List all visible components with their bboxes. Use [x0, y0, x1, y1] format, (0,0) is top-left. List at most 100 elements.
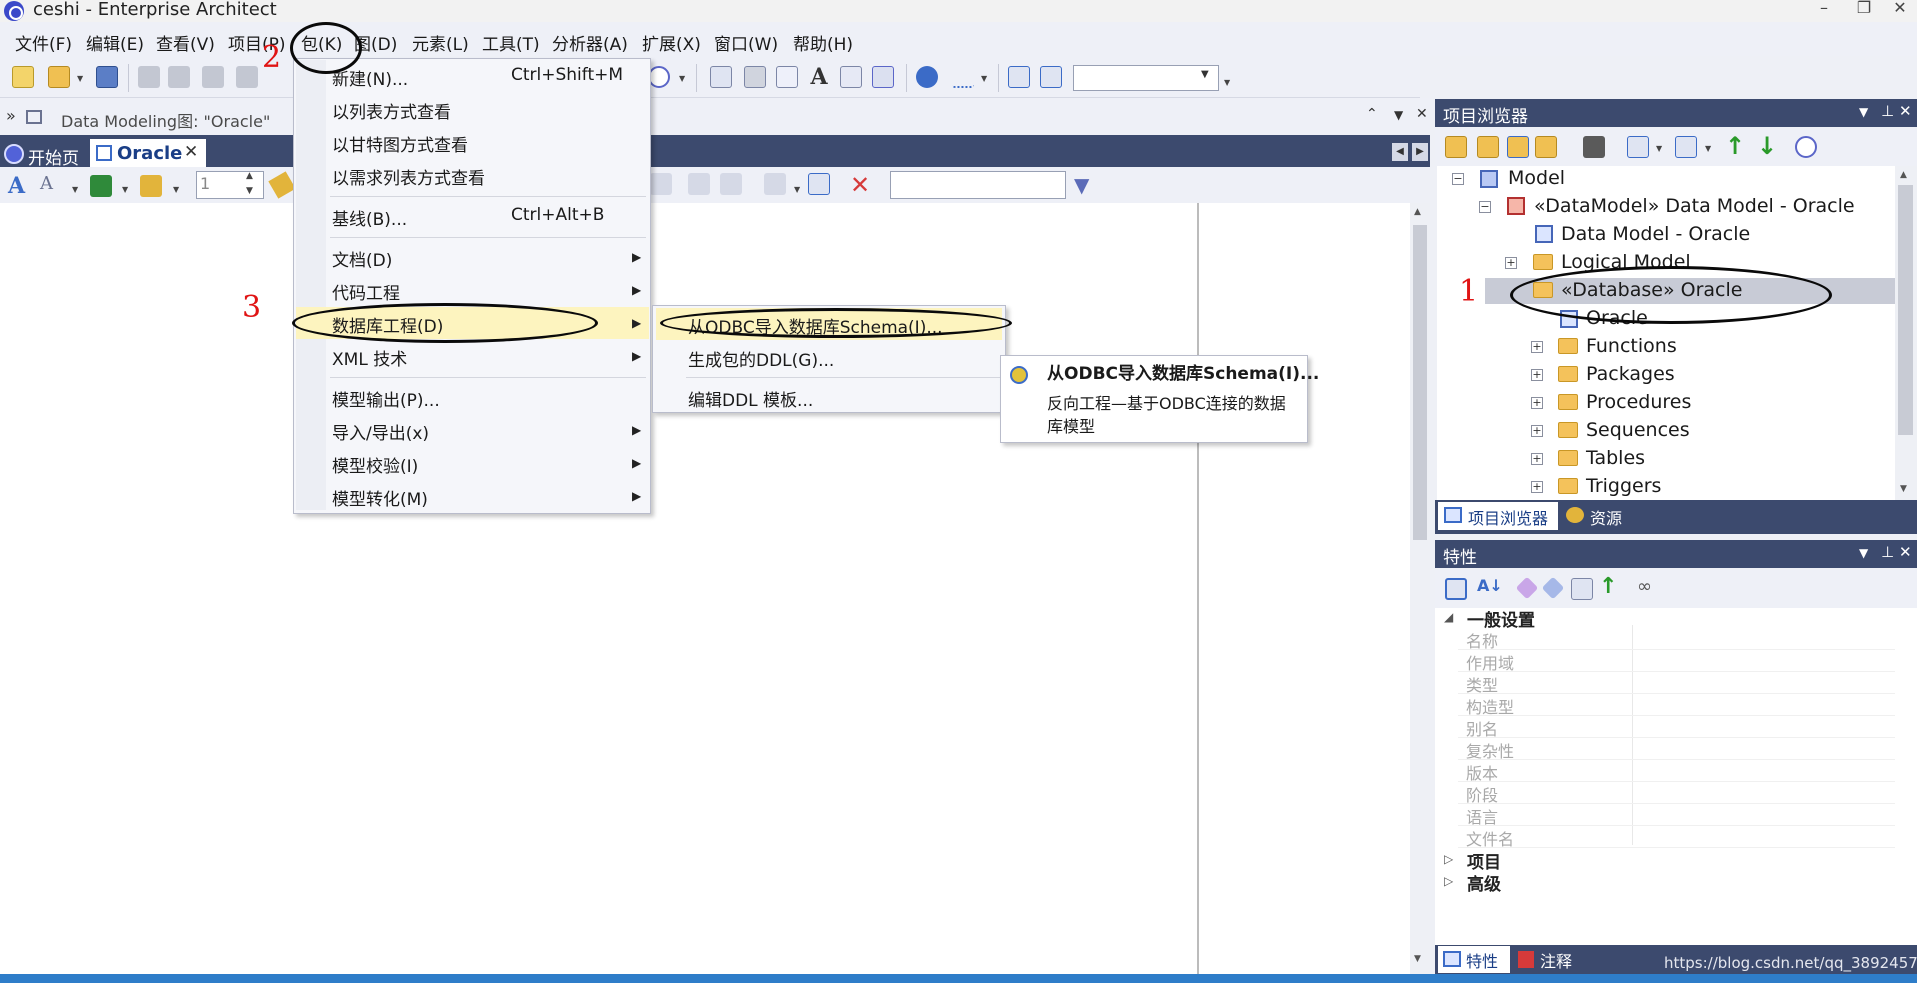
tree-item-functions[interactable]: Functions — [1586, 335, 1677, 359]
scroll-down-icon[interactable]: ▼ — [1900, 484, 1907, 494]
expand-toggle-icon[interactable]: + — [1531, 425, 1543, 437]
tree-item-sequences[interactable]: Sequences — [1586, 419, 1690, 443]
fill-color-dropdown-icon[interactable]: ▼ — [122, 185, 128, 194]
new-project-icon[interactable] — [12, 66, 34, 88]
tab-properties-label[interactable]: 特性 — [1466, 948, 1498, 972]
connector-icon[interactable] — [952, 66, 974, 88]
menu-window[interactable]: 窗口(W) — [714, 30, 778, 55]
glasses-icon[interactable]: ∞ — [1637, 576, 1652, 597]
properties-icon[interactable] — [808, 173, 830, 195]
tab-scroll-left-icon[interactable]: ◀ — [1392, 143, 1408, 161]
property-row[interactable]: 作用域 — [1458, 650, 1895, 673]
new-package-icon[interactable] — [1445, 136, 1467, 158]
menu-file[interactable]: 文件(F) — [15, 30, 72, 55]
line-color-dropdown-icon[interactable]: ▼ — [173, 185, 179, 194]
help-dropdown-icon[interactable]: ▼ — [679, 74, 685, 83]
spinner-up-icon[interactable]: ▲ — [246, 171, 253, 181]
pane-menu-icon[interactable]: ▼ — [1859, 105, 1868, 119]
layout-icon[interactable] — [1008, 66, 1030, 88]
fill-color-icon[interactable] — [90, 175, 112, 197]
tree-item-datamodel-package[interactable]: «DataModel» Data Model - Oracle — [1534, 195, 1855, 219]
property-row[interactable]: 构造型 — [1458, 694, 1895, 717]
property-row[interactable]: 阶段 — [1458, 782, 1895, 805]
font-color-icon[interactable]: A — [40, 173, 53, 194]
menu-item-baseline[interactable]: 基线(B)... — [332, 205, 407, 230]
list-icon[interactable] — [872, 66, 894, 88]
remove-property-icon[interactable] — [1541, 576, 1565, 600]
pane-menu-icon[interactable]: ▼ — [1394, 108, 1403, 122]
new-element-icon[interactable] — [1535, 136, 1557, 158]
expand-double-chevron-icon[interactable]: » — [6, 106, 16, 125]
expand-toggle-icon[interactable]: + — [1531, 481, 1543, 493]
collapse-toggle-icon[interactable]: − — [1452, 173, 1464, 185]
copy-icon[interactable] — [168, 66, 190, 88]
scroll-up-icon[interactable]: ▲ — [1414, 207, 1421, 217]
menu-edit[interactable]: 编辑(E) — [86, 30, 144, 55]
diagram-frame-icon[interactable] — [744, 66, 766, 88]
close-pane-icon[interactable]: ✕ — [1899, 543, 1912, 561]
property-row[interactable]: 别名 — [1458, 716, 1895, 739]
cut-icon[interactable] — [138, 66, 160, 88]
menu-analyzer[interactable]: 分析器(A) — [552, 30, 628, 55]
expand-toggle-icon[interactable]: + — [1505, 257, 1517, 269]
open-dropdown-icon[interactable]: ▼ — [77, 74, 83, 83]
property-row[interactable]: 版本 — [1458, 760, 1895, 783]
diagram-search-input[interactable] — [890, 171, 1066, 199]
font-color-dropdown-icon[interactable]: ▼ — [72, 185, 78, 194]
move-down-arrow-icon[interactable]: ↓ — [1757, 132, 1777, 160]
close-icon[interactable]: ✕ — [1416, 106, 1428, 122]
hierarchy-dropdown-icon[interactable]: ▼ — [794, 185, 800, 194]
collapse-chevron-icon[interactable]: ⌃ — [1366, 106, 1378, 122]
spinner-down-icon[interactable]: ▼ — [246, 186, 253, 196]
tab-oracle-label[interactable]: Oracle — [117, 143, 182, 164]
menu-extensions[interactable]: 扩展(X) — [642, 30, 701, 55]
pin-icon[interactable]: ⊥ — [1881, 543, 1894, 561]
tab-scroll-right-icon[interactable]: ▶ — [1412, 143, 1428, 161]
menu-item-model-publish[interactable]: 模型输出(P)... — [332, 386, 440, 411]
sort-alphabetical-icon[interactable]: A↓ — [1477, 576, 1503, 595]
tab-resources-label[interactable]: 资源 — [1590, 505, 1622, 529]
scroll-up-icon[interactable]: ▲ — [1900, 170, 1907, 180]
tab-project-browser-label[interactable]: 项目浏览器 — [1468, 505, 1548, 529]
window-layout-icon[interactable] — [1040, 66, 1062, 88]
toolbar-overflow-icon[interactable]: ▼ — [1224, 78, 1230, 87]
menu-help[interactable]: 帮助(H) — [793, 30, 853, 55]
edit-dropdown-icon[interactable]: ▼ — [1656, 144, 1662, 153]
close-window-button[interactable]: ✕ — [1880, 0, 1917, 20]
expand-group-icon[interactable]: ▷ — [1444, 874, 1453, 888]
menu-item-documentation[interactable]: 文档(D) — [332, 246, 392, 271]
property-row[interactable]: 名称 — [1458, 628, 1895, 651]
tree-item-datamodel-diagram[interactable]: Data Model - Oracle — [1561, 223, 1750, 247]
scrollbar-thumb[interactable] — [1413, 225, 1427, 540]
group-icon[interactable] — [720, 173, 742, 195]
tree-item-procedures[interactable]: Procedures — [1586, 391, 1691, 415]
hierarchy-icon[interactable] — [764, 173, 786, 195]
undo-icon[interactable] — [236, 66, 258, 88]
font-icon[interactable]: A — [808, 66, 830, 88]
expand-toggle-icon[interactable]: + — [1531, 341, 1543, 353]
tree-item-model[interactable]: Model — [1508, 167, 1565, 191]
filter-icon[interactable]: ▼ — [1074, 173, 1089, 197]
document-icon[interactable] — [776, 66, 798, 88]
expand-toggle-icon[interactable]: + — [1531, 369, 1543, 381]
tab-notes-label[interactable]: 注释 — [1540, 948, 1572, 972]
new-diagram-package-icon[interactable] — [1507, 136, 1529, 158]
menu-item-import-export[interactable]: 导入/导出(x) — [332, 419, 429, 444]
expand-toggle-icon[interactable]: + — [1531, 397, 1543, 409]
pane-menu-icon[interactable]: ▼ — [1859, 546, 1868, 560]
new-view-icon[interactable] — [1477, 136, 1499, 158]
menu-item-gantt-view[interactable]: 以甘特图方式查看 — [332, 131, 468, 156]
tree-item-tables[interactable]: Tables — [1586, 447, 1645, 471]
minimize-button[interactable]: – — [1804, 0, 1844, 20]
property-row[interactable]: 类型 — [1458, 672, 1895, 695]
menu-tools[interactable]: 工具(T) — [482, 30, 540, 55]
menu-item-edit-ddl-templates[interactable]: 编辑DDL 模板... — [688, 386, 813, 411]
tab-start-page-label[interactable]: 开始页 — [28, 144, 79, 169]
delete-icon[interactable]: ✕ — [850, 171, 870, 199]
chevron-down-icon[interactable]: ▼ — [1201, 69, 1209, 80]
move-up-arrow-icon[interactable]: ↑ — [1725, 132, 1745, 160]
font-style-icon[interactable]: A — [8, 173, 25, 199]
zoom-combo[interactable] — [1073, 65, 1219, 91]
collapse-group-icon[interactable]: ◢ — [1444, 610, 1453, 624]
restore-button[interactable]: ❐ — [1844, 0, 1884, 20]
